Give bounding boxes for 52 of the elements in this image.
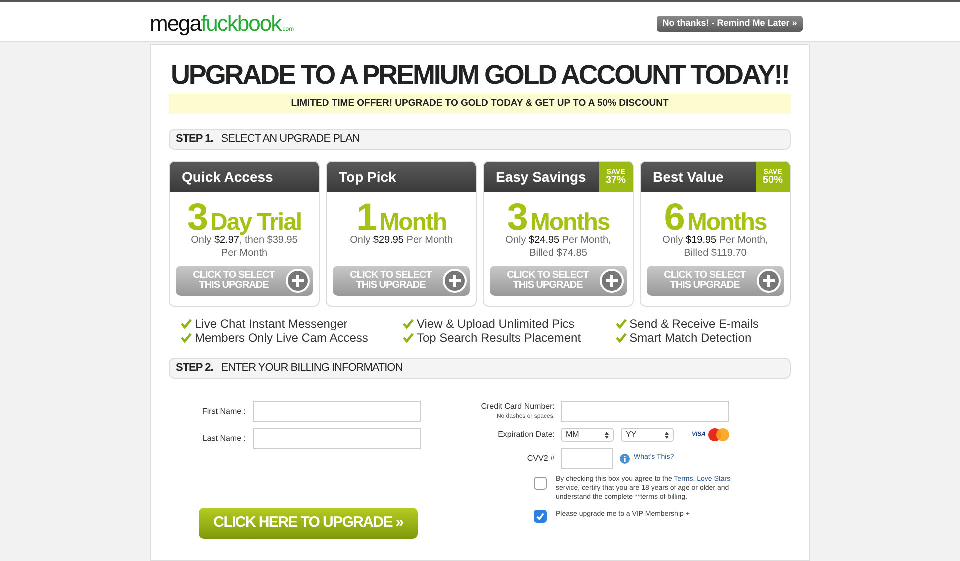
chevron-icon (605, 432, 609, 438)
plan-name: Top Pick (338, 168, 396, 187)
offer-banner: LIMITED TIME OFFER! UPGRADE TO GOLD TODAY & GET UP TO A 50% DISCOUNT (169, 94, 791, 114)
plan-duration: 3 Months (507, 196, 610, 234)
feature-item: Top Search Results Placement (416, 330, 582, 347)
step-number: STEP 2. (176, 361, 214, 376)
date-select[interactable]: YY (621, 428, 674, 442)
plan-name: Easy Savings (495, 168, 586, 187)
feature-item: Send & Receive E-mails (630, 316, 759, 333)
feature-item: Smart Match Detection (630, 330, 752, 347)
plan-name: Best Value (652, 168, 724, 186)
checkmark-icon (616, 333, 627, 343)
page-title: UPGRADE TO A PREMIUM GOLD ACCOUNT TODAY!! (170, 59, 790, 91)
checkbox[interactable] (534, 510, 547, 523)
step-label: ENTER YOUR BILLING INFORMATION (221, 361, 403, 376)
plan-duration: 1Month (356, 196, 447, 234)
checkmark-icon (402, 319, 414, 329)
checkmark-icon (616, 319, 627, 329)
field-label: Expiration Date: (497, 429, 556, 441)
plus-icon (600, 269, 624, 293)
chevron-icon (665, 432, 669, 438)
date-select[interactable]: MM (561, 428, 614, 442)
name-field[interactable] (253, 428, 421, 449)
plus-icon (443, 269, 467, 293)
field-label: First Name : (201, 406, 247, 418)
step-number: STEP 1. (176, 132, 214, 148)
step-label: SELECT AN UPGRADE PLAN (221, 132, 360, 148)
checkmark-icon (181, 333, 192, 343)
info-icon (620, 454, 630, 464)
name-field[interactable] (253, 401, 421, 422)
plan-duration: 6 Months (664, 196, 767, 234)
plan-price: Only $29.95 Per Month (349, 234, 454, 248)
plan-price: Only $24.95 Per Month, Billed $74.85 (504, 234, 612, 261)
feature-item: Live Chat Instant Messenger (195, 316, 348, 333)
plan-price: Only $19.95 Per Month, Billed $119.70 (662, 234, 770, 261)
plan-price: Only $2.97, then $39.95 Per Month (190, 235, 299, 261)
plus-icon (757, 269, 781, 293)
field-label: Credit Card Number: (480, 402, 555, 412)
plan-duration: 3Day Trial (186, 196, 303, 234)
mastercard-icon (708, 428, 730, 442)
plan-name: Quick Access (181, 168, 274, 187)
field-label: CVV2 # (526, 452, 556, 464)
plus-icon (286, 269, 310, 293)
checkmark-icon (181, 319, 192, 329)
field-label: Last Name : (202, 432, 247, 444)
cvv-field[interactable] (561, 448, 613, 469)
checkmark-icon (402, 333, 414, 343)
feature-item: Members Only Live Cam Access (195, 330, 368, 347)
checkbox[interactable] (534, 477, 547, 490)
card-number-field[interactable] (561, 401, 729, 422)
remind-later-button[interactable]: No thanks! - Remind Me Later » (657, 16, 803, 32)
feature-item: View & Upload Unlimited Pics (416, 316, 575, 333)
